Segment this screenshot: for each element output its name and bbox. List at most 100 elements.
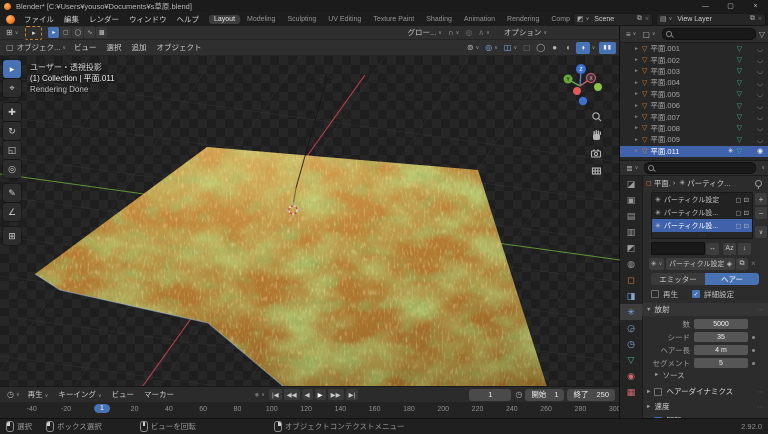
move-down-icon[interactable]: ↓	[738, 242, 751, 255]
timeline-menu-0[interactable]: 再生 ∨	[23, 389, 54, 400]
select-box-tool-button[interactable]: ▸	[3, 60, 21, 78]
transport-button-5[interactable]: ▶|	[345, 389, 359, 400]
properties-tab-material[interactable]: ◉	[620, 368, 642, 384]
current-frame-indicator[interactable]: 1	[94, 404, 110, 413]
eye-closed-icon[interactable]: ◡	[756, 67, 764, 75]
eye-closed-icon[interactable]: ◡	[756, 102, 764, 110]
navigation-gizmo[interactable]: Z X Y	[563, 64, 603, 106]
annotate-tool-button[interactable]: ✎	[3, 184, 21, 202]
minimize-button[interactable]: —	[693, 0, 718, 12]
emission-panel-header[interactable]: ▼ 放射 ⋯	[642, 303, 768, 316]
outliner-row-平面.001[interactable]: ► ▽ 平面.001 ▽ ◡	[620, 43, 768, 54]
swap-icon[interactable]: ↔	[706, 242, 719, 255]
outliner-row-平面.008[interactable]: ► ▽ 平面.008 ▽ ◡	[620, 123, 768, 134]
menubar-menu-1[interactable]: 編集	[59, 14, 84, 25]
new-view-layer-icon[interactable]: ⧉	[750, 15, 755, 23]
new-scene-icon[interactable]: ⧉	[637, 15, 642, 23]
workspace-tab-4[interactable]: Texture Paint	[368, 15, 419, 24]
properties-tab-tool[interactable]: ◪	[620, 176, 642, 192]
transport-button-3[interactable]: ▶	[314, 389, 326, 400]
render-toggle-icon[interactable]: ▢	[735, 222, 741, 230]
workspace-tab-8[interactable]: Compositing	[546, 15, 570, 24]
properties-tab-constraints[interactable]: ◷	[620, 336, 642, 352]
transport-button-1[interactable]: ◀◀	[283, 389, 300, 400]
properties-tab-particles[interactable]: ✳	[620, 304, 642, 320]
menubar-menu-0[interactable]: ファイル	[19, 14, 59, 25]
outliner-row-平面.009[interactable]: ► ▽ 平面.009 ▽ ◡	[620, 134, 768, 145]
particle-system-row-0[interactable]: ✳ パーティクル設定 ▢ ⊡	[652, 193, 752, 206]
eye-open-icon[interactable]: ◉	[756, 147, 764, 155]
expand-icon[interactable]: ►	[634, 148, 639, 154]
properties-tab-render[interactable]: ▣	[620, 192, 642, 208]
workspace-tab-6[interactable]: Animation	[459, 15, 500, 24]
select-mode-2[interactable]: ◯	[72, 27, 84, 38]
proportional-edit-button[interactable]: ◎	[462, 27, 475, 38]
properties-tab-physics[interactable]: ◶	[620, 320, 642, 336]
add-particle-system-button[interactable]: +	[755, 193, 767, 205]
add-cube-tool-button[interactable]: ⊞	[3, 227, 21, 245]
chevron-down-icon[interactable]: ∨	[761, 165, 765, 171]
properties-tab-scene[interactable]: ◩	[620, 240, 642, 256]
properties-tab-texture[interactable]: ▦	[620, 384, 642, 400]
shading-mode-0[interactable]: ◯	[534, 42, 548, 54]
menubar-menu-3[interactable]: ウィンドウ	[124, 14, 172, 25]
xray-toggle[interactable]: ◫ ∨	[501, 42, 520, 53]
timeline-ruler[interactable]: -40 -20 1 20 40 60 80 100 120 140 160 180 200 220 240 2…	[0, 402, 620, 418]
viewport-nav-icons[interactable]	[590, 112, 602, 175]
outliner-collection-button[interactable]: ▢ ∨	[639, 29, 658, 40]
viewport-menu-2[interactable]: 追加	[127, 42, 152, 53]
expand-icon[interactable]: ►	[634, 57, 639, 63]
render-toggle-icon[interactable]: ▢	[735, 196, 741, 204]
particle-system-row-2[interactable]: ✳ パーティクル設... ▢ ⊡	[652, 219, 752, 232]
close-button[interactable]: ×	[743, 0, 768, 12]
particle-datablock-menu[interactable]: ✳ ∨	[649, 257, 664, 270]
fake-user-shield-icon[interactable]: ◈	[724, 257, 735, 270]
field-value-2[interactable]: 4 m	[694, 345, 748, 355]
timeline-menu-2[interactable]: ビュー	[107, 389, 140, 400]
falloff-dropdown[interactable]: ∧ ∨	[475, 27, 493, 38]
remove-view-layer-icon[interactable]: ×	[758, 16, 762, 23]
expand-icon[interactable]: ►	[634, 91, 639, 97]
select-mode-3[interactable]: ∿	[84, 27, 96, 38]
breadcrumb-particles[interactable]: パーティク...	[687, 178, 730, 189]
unlink-datablock-icon[interactable]: ×	[751, 259, 756, 268]
velocity-panel-header[interactable]: ► 速度 ⋯	[642, 400, 768, 413]
maximize-button[interactable]: ▢	[718, 0, 743, 12]
viewport-menu-1[interactable]: 選択	[102, 42, 127, 53]
viewport-toggle-icon[interactable]: ⊡	[744, 222, 749, 230]
select-mode-1[interactable]: ▢	[60, 27, 72, 38]
3d-viewport[interactable]: Z X Y ユーザー・透視投影 (1) Collection | 平面.011 …	[0, 56, 620, 386]
breadcrumb-object[interactable]: 平面.	[654, 178, 671, 189]
expand-icon[interactable]: ►	[634, 80, 639, 86]
eye-closed-icon[interactable]: ◡	[756, 90, 764, 98]
pin-icon[interactable]	[755, 179, 762, 189]
eye-closed-icon[interactable]: ◡	[756, 45, 764, 53]
eye-closed-icon[interactable]: ◡	[756, 136, 764, 144]
hair-dynamics-panel-header[interactable]: ► ヘアーダイナミクス ⋯	[642, 385, 768, 398]
source-subpanel-header[interactable]: ► ソース	[642, 369, 768, 381]
menubar-menu-4[interactable]: ヘルプ	[172, 14, 205, 25]
workspace-tab-7[interactable]: Rendering	[502, 15, 544, 24]
options-dropdown[interactable]: オプション ∨	[501, 27, 550, 38]
editor-type-button[interactable]: ⊞ ∨	[3, 27, 21, 38]
viewport-toggle-icon[interactable]: ⊡	[744, 209, 749, 217]
field-value-3[interactable]: 5	[694, 358, 748, 368]
eye-closed-icon[interactable]: ◡	[756, 113, 764, 121]
shading-mode-3[interactable]: ◑	[575, 41, 590, 54]
gizmos-toggle[interactable]: ⊚ ∨	[464, 42, 482, 53]
shading-mode-2[interactable]: ◐	[562, 42, 576, 54]
properties-tab-output[interactable]: ▤	[620, 208, 642, 224]
viewport-toggle-icon[interactable]: ⊡	[744, 196, 749, 204]
emitter-button[interactable]: エミッター	[651, 273, 705, 285]
render-toggle-icon[interactable]: ▢	[735, 209, 741, 217]
outliner-row-平面.007[interactable]: ► ▽ 平面.007 ▽ ◡	[620, 111, 768, 122]
auto-keying-button[interactable]: ● ∨	[251, 389, 268, 400]
mode-dropdown[interactable]: ▢ オブジェク... ∨	[3, 42, 69, 53]
workspace-tab-3[interactable]: UV Editing	[323, 15, 366, 24]
properties-editor-type-button[interactable]: ≣ ∨	[623, 163, 641, 174]
outliner-search-input[interactable]	[661, 28, 756, 40]
specials-menu-button[interactable]: ∨	[755, 226, 767, 238]
active-tool-button[interactable]: ▸	[25, 25, 43, 40]
expand-icon[interactable]: ►	[634, 46, 639, 52]
regrow-checkbox[interactable]	[651, 290, 659, 298]
